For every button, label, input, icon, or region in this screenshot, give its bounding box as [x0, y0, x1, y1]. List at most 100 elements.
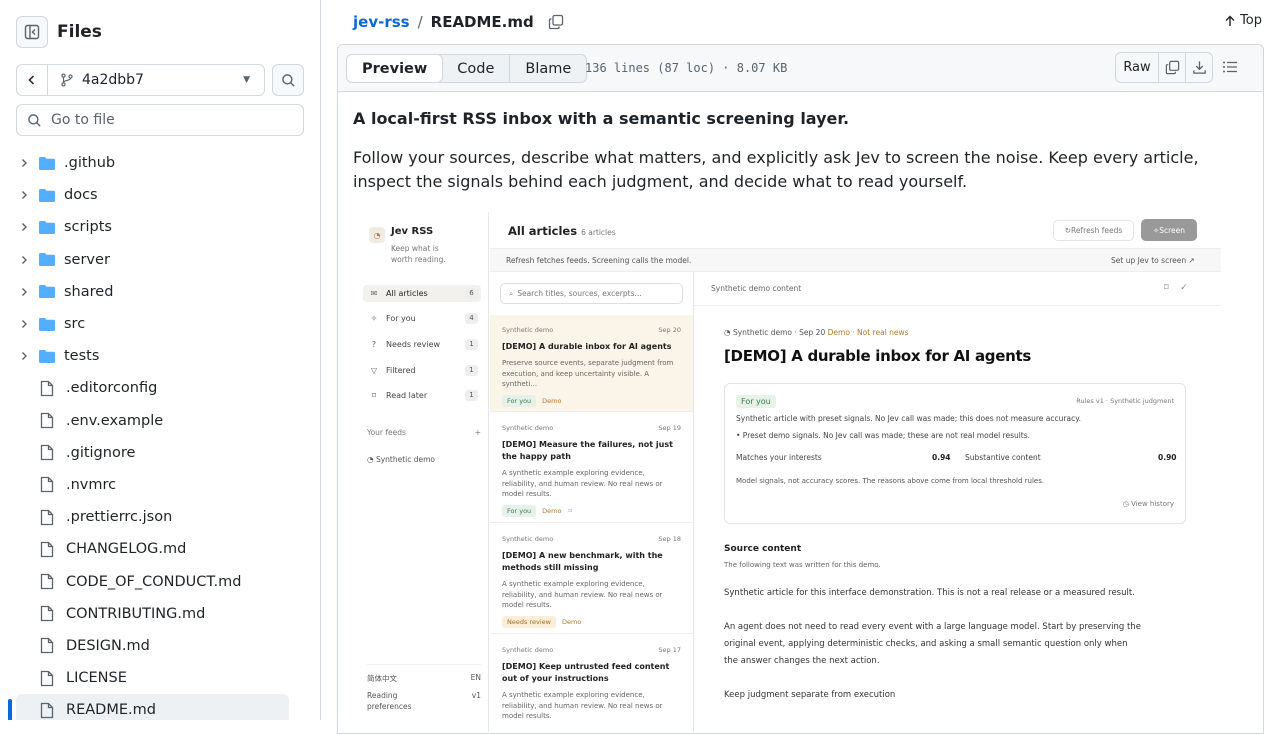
tree-item-label: tests	[64, 348, 100, 365]
tab-blame[interactable]: Blame	[509, 55, 586, 82]
tree-item-label: .github	[64, 155, 116, 172]
tree-file[interactable]: CHANGELOG.md	[16, 533, 289, 565]
tree-folder[interactable]: .github	[16, 147, 289, 179]
tree-file[interactable]: .nvmrc	[16, 469, 289, 501]
search-icon: ⌕	[509, 288, 514, 298]
tree-folder[interactable]: src	[16, 308, 289, 340]
source-content-heading: Source content	[724, 544, 802, 554]
app-nav-read-later: ⌑ Read later 1	[363, 387, 481, 404]
tree-item-label: README.md	[66, 702, 156, 719]
breadcrumb-separator: /	[417, 13, 423, 31]
view-mode-tabs: Preview Code Blame	[346, 54, 588, 83]
list-unordered-icon	[1223, 61, 1237, 73]
card-meta: Synthetic demo Sep 20	[502, 326, 681, 334]
filter-icon: ▽	[370, 366, 378, 375]
tree-item-label: .prettierrc.json	[66, 509, 173, 526]
rss-logo-icon: ◔	[369, 227, 385, 243]
tree-file-selected[interactable]: README.md	[16, 694, 289, 720]
card-date: Sep 18	[658, 535, 681, 543]
copy-raw-button[interactable]	[1158, 53, 1185, 82]
readme-paragraph: Follow your sources, describe what matte…	[353, 148, 1199, 191]
search-files-button[interactable]	[272, 64, 304, 96]
folder-icon	[38, 220, 56, 235]
tree-folder[interactable]: tests	[16, 340, 289, 372]
file-icon	[40, 412, 58, 429]
tree-item-label: CONTRIBUTING.md	[66, 605, 206, 622]
tree-file[interactable]: .env.example	[16, 405, 289, 437]
card-summary: A synthetic example exploring evidence, …	[502, 580, 663, 609]
app-sidebar: ◔ Jev RSS Keep what is worth reading. ✉ A…	[359, 212, 489, 732]
tag-for-you: For you	[502, 394, 537, 407]
tree-file[interactable]: .prettierrc.json	[16, 501, 289, 533]
nav-count: 1	[465, 365, 478, 376]
tree-item-label: .env.example	[66, 412, 164, 429]
tree-file[interactable]: LICENSE	[16, 662, 289, 694]
nav-label: Read later	[386, 391, 428, 400]
tree-file[interactable]: CONTRIBUTING.md	[16, 598, 289, 630]
tag-demo: Demo	[561, 617, 582, 626]
body-paragraph: An agent does not need to read every eve…	[724, 622, 1141, 666]
nav-count: 4	[465, 313, 478, 324]
tree-item-label: CHANGELOG.md	[66, 541, 187, 558]
app-banner: Refresh fetches feeds. Screening calls t…	[490, 248, 1221, 272]
card-meta: Synthetic demo Sep 19	[502, 424, 681, 432]
file-tree: .github docs scripts server shared src t…	[16, 147, 289, 720]
file-icon	[40, 637, 58, 654]
collapse-sidebar-button[interactable]	[16, 16, 48, 48]
detail-title: [DEMO] A durable inbox for AI agents	[724, 347, 1031, 365]
copy-path-button[interactable]	[548, 14, 564, 30]
sidebar-title: Files	[57, 22, 102, 42]
tab-preview[interactable]: Preview	[346, 54, 444, 83]
repo-link[interactable]: jev-rss	[353, 13, 410, 31]
tree-folder[interactable]: scripts	[16, 211, 289, 243]
card-title: [DEMO] A durable inbox for AI agents	[502, 342, 672, 351]
body-paragraph: Synthetic article for this interface dem…	[724, 588, 1135, 598]
tree-file[interactable]: .gitignore	[16, 437, 289, 469]
top-button[interactable]: Top	[1224, 13, 1262, 28]
nav-label: For you	[386, 314, 416, 323]
back-button[interactable]	[17, 65, 48, 95]
raw-button[interactable]: Raw	[1116, 53, 1158, 82]
tree-file[interactable]: CODE_OF_CONDUCT.md	[16, 565, 289, 597]
judgment-box: For you Rules v1 · Synthetic judgment Sy…	[724, 383, 1186, 524]
app-search-input: ⌕ Search titles, sources, excerpts...	[500, 283, 683, 304]
tree-file[interactable]: DESIGN.md	[16, 630, 289, 662]
tree-file[interactable]: .editorconfig	[16, 372, 289, 404]
add-feed-icon: +	[474, 428, 481, 437]
tab-code[interactable]: Code	[442, 55, 509, 82]
file-icon	[40, 444, 58, 461]
file-tree-sidebar: Files 4a2dbb7 ▼ Go to file .github docs …	[0, 0, 321, 720]
go-to-file-input[interactable]: Go to file	[16, 104, 304, 136]
card-source: Synthetic demo	[502, 535, 554, 543]
download-button[interactable]	[1185, 53, 1212, 82]
question-icon: ?	[371, 340, 377, 349]
app-nav-for-you: ✧ For you 4	[363, 310, 481, 327]
nav-count: 1	[465, 339, 478, 350]
tree-folder[interactable]: server	[16, 244, 289, 276]
file-actions: Raw	[1115, 52, 1213, 83]
chevron-right-icon	[16, 255, 32, 265]
tree-item-label: .editorconfig	[66, 380, 158, 397]
tree-item-label: shared	[64, 283, 114, 300]
language-switch: 简体中文 EN	[367, 664, 481, 684]
card-title: [DEMO] Keep untrusted feed content out o…	[502, 662, 670, 683]
judgment-bullet: • Preset demo signals. No Jev call was m…	[736, 431, 1031, 440]
list-title-text: All articles	[508, 224, 578, 238]
go-to-file-placeholder: Go to file	[51, 112, 115, 128]
outline-button[interactable]	[1222, 59, 1238, 79]
app-nav-all-articles: ✉ All articles 6	[363, 285, 481, 302]
file-info: 136 lines (87 loc) · 8.07 KB	[585, 61, 788, 75]
judgment-disclaimer: Model signals, not accuracy scores. The …	[736, 477, 1045, 485]
list-count: 6 articles	[581, 228, 616, 237]
file-icon	[40, 541, 58, 558]
branch-selector[interactable]: 4a2dbb7 ▼	[48, 65, 264, 95]
metric-label: Matches your interests	[736, 453, 822, 462]
divider	[694, 305, 1221, 306]
sidebar-header: Files	[16, 16, 102, 48]
tree-item-label: server	[64, 251, 110, 268]
article-card: Synthetic demo Sep 18 [DEMO] A new benchm…	[490, 524, 693, 634]
detail-meta: ◔ Synthetic demo · Sep 20 Demo · Not rea…	[724, 328, 909, 337]
app-name: Jev RSS	[391, 226, 434, 237]
tree-folder[interactable]: docs	[16, 179, 289, 211]
tree-folder[interactable]: shared	[16, 276, 289, 308]
